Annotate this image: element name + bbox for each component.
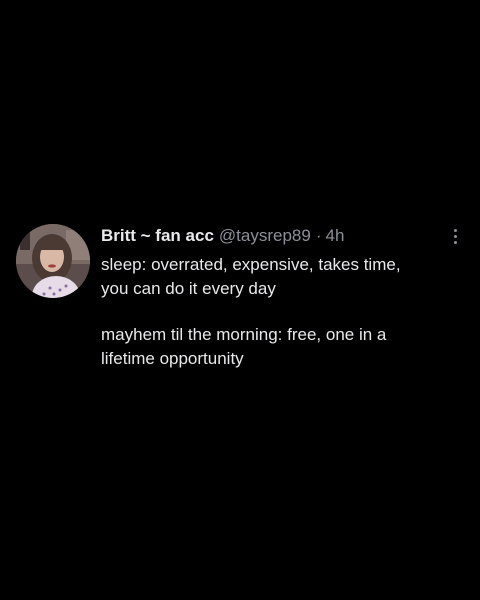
- tweet-line: you can do it every day: [101, 279, 276, 298]
- tweet-text: sleep: overrated, expensive, takes time,…: [101, 253, 464, 371]
- display-name[interactable]: Britt ~ fan acc: [101, 225, 214, 247]
- tweet-header: Britt ~ fan acc @taysrep89 · 4h: [101, 224, 464, 248]
- tweet-content: Britt ~ fan acc @taysrep89 · 4h sleep: o…: [101, 224, 464, 371]
- tweet-line: sleep: overrated, expensive, takes time,: [101, 255, 401, 274]
- more-vertical-icon[interactable]: [448, 225, 462, 247]
- tweet-paragraph: sleep: overrated, expensive, takes time,…: [101, 253, 464, 301]
- tweet[interactable]: Britt ~ fan acc @taysrep89 · 4h sleep: o…: [16, 224, 464, 371]
- avatar[interactable]: [16, 224, 90, 298]
- timestamp[interactable]: 4h: [326, 225, 345, 247]
- separator-dot: ·: [315, 226, 322, 245]
- tweet-line: lifetime opportunity: [101, 349, 244, 368]
- tweet-paragraph: mayhem til the morning: free, one in a l…: [101, 323, 464, 371]
- avatar-image: [16, 224, 90, 298]
- tweet-line: mayhem til the morning: free, one in a: [101, 325, 387, 344]
- user-handle[interactable]: @taysrep89: [219, 225, 311, 247]
